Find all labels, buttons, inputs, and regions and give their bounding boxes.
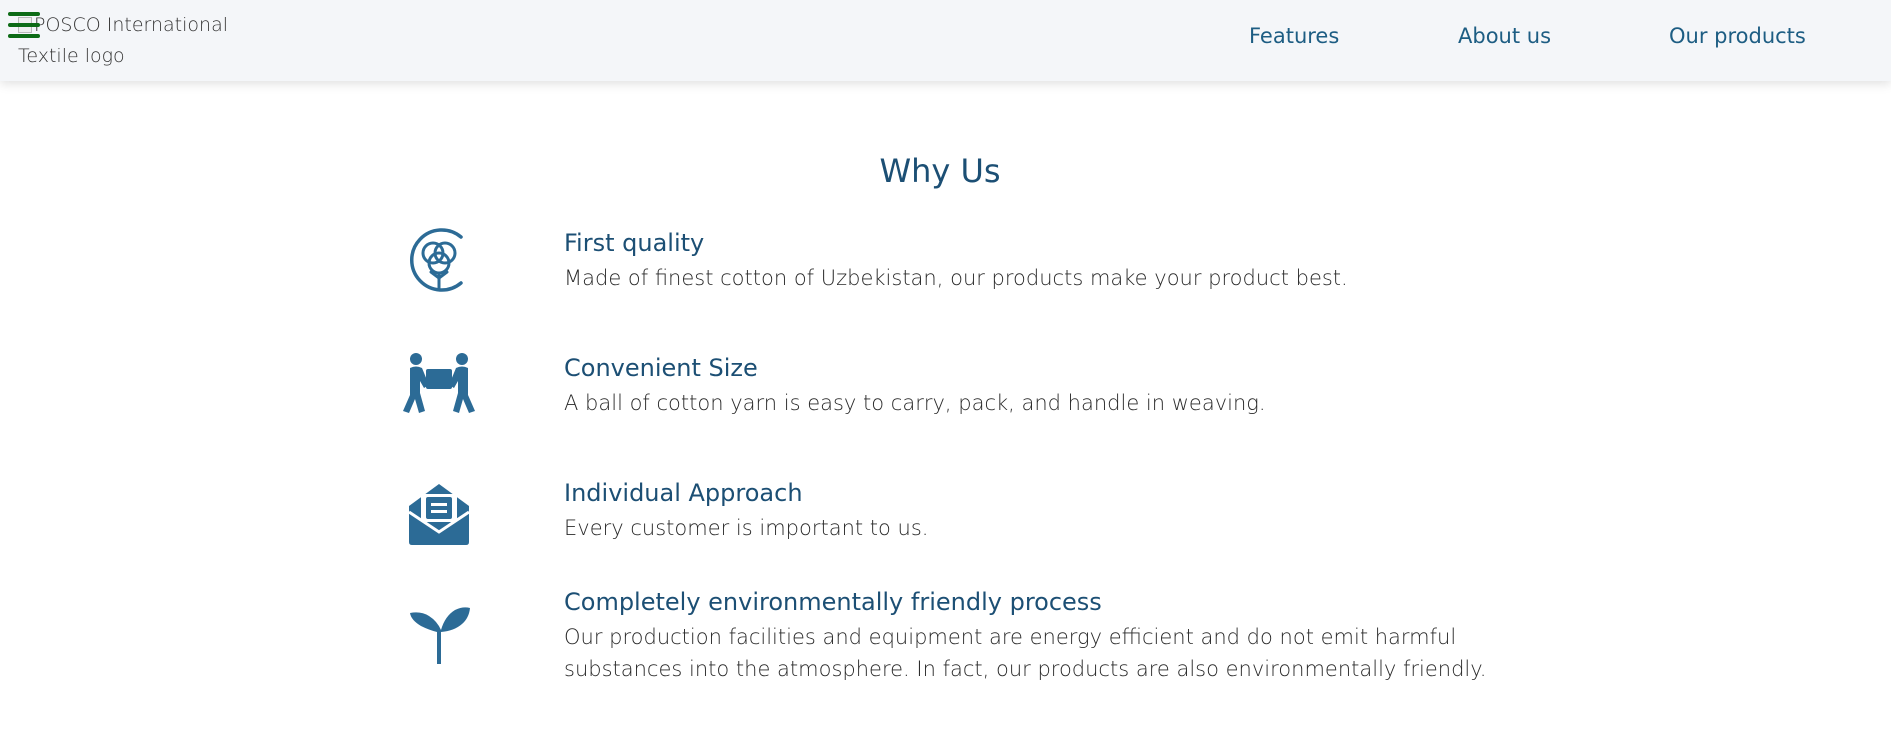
feature-title-eco-process: Completely environmentally friendly proc… <box>564 588 1102 616</box>
feature-description-individual-approach: Every customer is important to us. <box>564 516 929 540</box>
feature-description-convenient-size: A ball of cotton yarn is easy to carry, … <box>564 391 1266 415</box>
feature-title-first-quality: First quality <box>564 229 705 257</box>
feature-description-first-quality: Made of finest cotton of Uzbekistan, our… <box>564 266 1348 290</box>
site-header: POSCO International Textile logo Feature… <box>0 0 1891 81</box>
feature-title-convenient-size: Convenient Size <box>564 354 758 382</box>
people-carrying-box-icon <box>403 353 475 413</box>
logo-alt-text: POSCO International Textile logo <box>18 14 228 67</box>
nav-link-about-us[interactable]: About us <box>1458 24 1551 54</box>
feature-title-individual-approach: Individual Approach <box>564 479 803 507</box>
seedling-icon <box>410 607 470 664</box>
site-logo[interactable]: POSCO International Textile logo <box>18 10 258 72</box>
section-title: Why Us <box>879 152 1001 190</box>
hamburger-menu-icon[interactable] <box>8 12 40 38</box>
nav-link-our-products[interactable]: Our products <box>1669 24 1806 54</box>
nav-link-features[interactable]: Features <box>1249 24 1339 54</box>
cotton-flower-icon <box>409 228 463 292</box>
envelope-letter-icon <box>408 484 470 545</box>
feature-description-eco-process: Our production facilities and equipment … <box>564 625 1487 681</box>
